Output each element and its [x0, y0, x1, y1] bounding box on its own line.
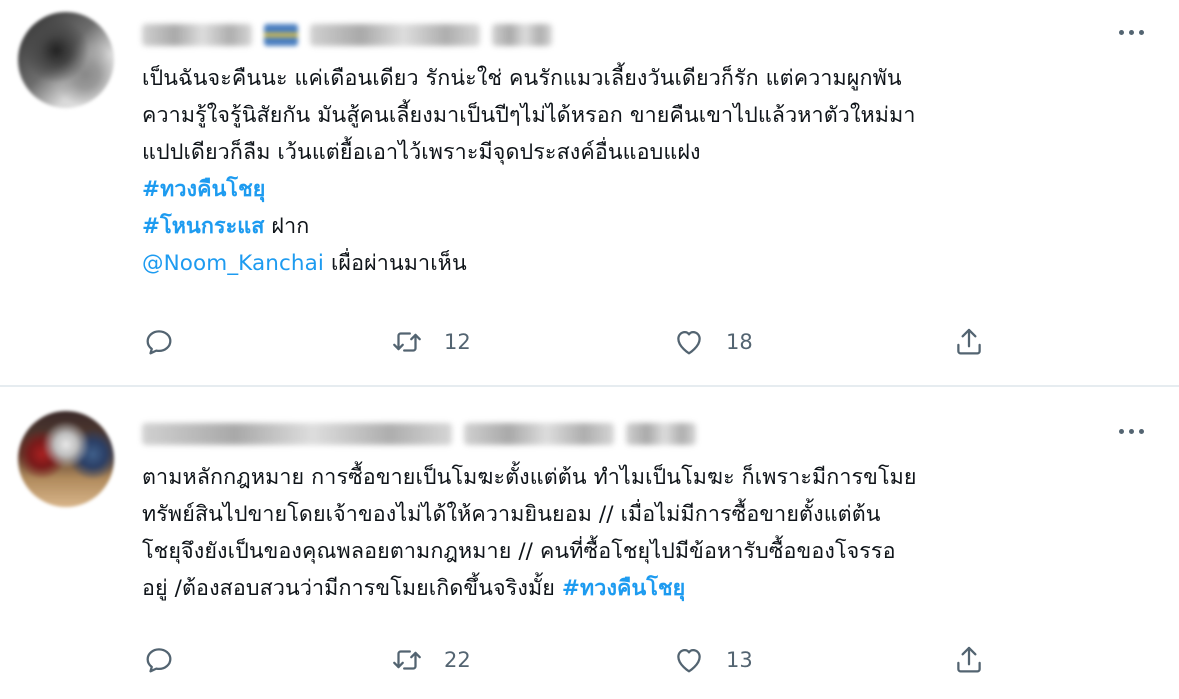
tweet[interactable]: เป็นฉันจะคืนนะ แค่เดือนเดียว รักน่ะใช่ ค… [0, 0, 1179, 386]
retweet-button[interactable]: 12 [390, 322, 471, 362]
more-icon[interactable] [1111, 419, 1151, 443]
flag-icon [264, 24, 298, 46]
tweet-text: ตามหลักกฎหมาย การซื้อขายเป็นโมฆะตั้งแต่ต… [142, 459, 1152, 607]
retweet-count: 22 [444, 648, 471, 672]
tweet-text-line: ตามหลักกฎหมาย การซื้อขายเป็นโมฆะตั้งแต่ต… [142, 465, 917, 490]
like-count: 18 [726, 330, 753, 354]
retweet-button[interactable]: 22 [390, 640, 471, 680]
reply-button[interactable] [142, 322, 176, 362]
avatar[interactable] [18, 411, 114, 507]
hashtag-link[interactable]: #โหนกระแส [142, 214, 264, 239]
blurred-timestamp[interactable] [626, 423, 696, 445]
tweet-header [142, 20, 552, 50]
like-button[interactable]: 18 [672, 322, 753, 362]
tweet-text-line: ความรู้ใจรู้นิสัยกัน มันสู้คนเลี้ยงมาเป็… [142, 103, 916, 128]
mention-link[interactable]: @Noom_Kanchai [142, 251, 324, 276]
like-button[interactable]: 13 [672, 640, 753, 680]
heart-icon [677, 330, 701, 355]
more-icon[interactable] [1111, 20, 1151, 44]
retweet-count: 12 [444, 330, 471, 354]
tweet-text-line: ทรัพย์สินไปขายโดยเจ้าของไม่ได้ให้ความยิน… [142, 502, 881, 527]
blurred-display-name[interactable] [142, 423, 452, 445]
reply-icon [146, 330, 172, 355]
tweet-text-line: เป็นฉันจะคืนนะ แค่เดือนเดียว รักน่ะใช่ ค… [142, 66, 902, 91]
tweet-text-fragment: ฝาก [264, 214, 310, 239]
tweet-header [142, 419, 696, 449]
blurred-timestamp[interactable] [492, 24, 552, 46]
tweet-text-fragment: อยู่ /ต้องสอบสวนว่ามีการขโมยเกิดขึ้นจริง… [142, 576, 562, 601]
tweet-text-line: แปปเดียวก็ลืม เว้นแต่ยื้อเอาไว้เพราะมีจุ… [142, 140, 701, 165]
avatar[interactable] [18, 12, 114, 108]
share-button[interactable] [952, 322, 986, 362]
tweet-actions: 12 18 [142, 322, 1002, 362]
tweet-actions: 22 13 [142, 640, 1002, 680]
hashtag-link[interactable]: #ทวงคืนโชยุ [142, 177, 265, 202]
blurred-handle[interactable] [310, 24, 480, 46]
tweet-text: เป็นฉันจะคืนนะ แค่เดือนเดียว รักน่ะใช่ ค… [142, 60, 1152, 282]
share-icon [957, 328, 981, 355]
tweet-text-line: โชยุจึงยังเป็นของคุณพลอยตามกฎหมาย // คนท… [142, 539, 896, 564]
heart-icon [677, 648, 701, 673]
retweet-icon [393, 332, 421, 352]
share-icon [957, 646, 981, 673]
tweet[interactable]: ตามหลักกฎหมาย การซื้อขายเป็นโมฆะตั้งแต่ต… [0, 387, 1179, 699]
like-count: 13 [726, 648, 753, 672]
tweet-text-fragment: เผื่อผ่านมาเห็น [324, 251, 467, 276]
blurred-display-name[interactable] [142, 24, 252, 46]
blurred-handle[interactable] [464, 423, 614, 445]
reply-icon [146, 648, 172, 673]
hashtag-link[interactable]: #ทวงคืนโชยุ [562, 576, 685, 601]
retweet-icon [393, 650, 421, 670]
share-button[interactable] [952, 640, 986, 680]
reply-button[interactable] [142, 640, 176, 680]
